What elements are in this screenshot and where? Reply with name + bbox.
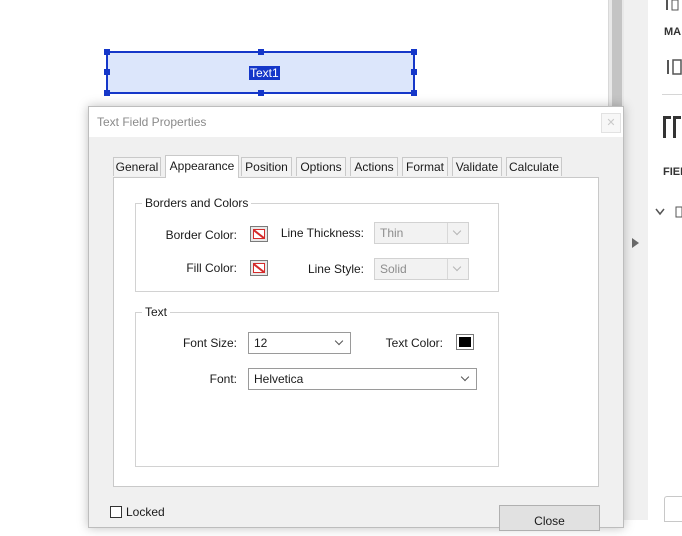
fill-color-label: Fill Color: xyxy=(186,261,237,275)
line-style-value: Solid xyxy=(380,262,407,276)
tab-options[interactable]: Options xyxy=(296,157,346,176)
font-size-select[interactable]: 12 xyxy=(248,332,351,354)
chevron-down-icon[interactable] xyxy=(654,205,682,219)
locked-checkbox[interactable] xyxy=(110,506,122,518)
font-select[interactable]: Helvetica xyxy=(248,368,477,390)
font-size-label: Font Size: xyxy=(182,336,237,350)
right-side-panel: MA FIEL xyxy=(648,0,682,522)
line-thickness-value: Thin xyxy=(380,226,404,240)
line-style-select[interactable]: Solid xyxy=(374,258,469,280)
line-style-label: Line Style: xyxy=(307,262,364,276)
fill-color-picker[interactable] xyxy=(250,260,268,276)
chevron-down-icon xyxy=(447,223,468,243)
close-button[interactable]: Close xyxy=(499,505,600,531)
panel-top-icon[interactable] xyxy=(664,0,680,12)
side-divider xyxy=(662,94,682,95)
text-color-label: Text Color: xyxy=(385,336,443,350)
text-color-swatch xyxy=(459,337,471,347)
font-label: Font: xyxy=(209,372,237,386)
field-tool-icon[interactable] xyxy=(666,56,682,78)
close-icon[interactable]: ✕ xyxy=(601,113,621,133)
border-color-label: Border Color: xyxy=(165,228,237,242)
side-section-label-ma: MA xyxy=(664,26,682,38)
field-name-label: Text1 xyxy=(249,66,280,80)
font-size-value: 12 xyxy=(254,336,268,350)
no-color-icon xyxy=(253,263,265,273)
tab-position[interactable]: Position xyxy=(241,157,292,176)
resize-handle-top[interactable] xyxy=(258,49,264,55)
chevron-down-icon xyxy=(456,369,476,389)
text-color-picker[interactable] xyxy=(456,334,474,350)
text-field-widget[interactable]: Text1 xyxy=(104,49,417,96)
group-title-borders: Borders and Colors xyxy=(142,196,252,210)
text-field-properties-dialog: Text Field Properties ✕ General Appearan… xyxy=(88,106,624,531)
resize-handle-top-left[interactable] xyxy=(104,49,110,55)
tab-general[interactable]: General xyxy=(113,157,161,176)
chevron-down-icon xyxy=(330,333,350,353)
resize-handle-right[interactable] xyxy=(411,69,417,75)
tab-calculate[interactable]: Calculate xyxy=(506,157,562,176)
locked-label[interactable]: Locked xyxy=(126,505,165,519)
tab-format[interactable]: Format xyxy=(402,157,448,176)
font-value: Helvetica xyxy=(254,372,304,386)
resize-handle-top-right[interactable] xyxy=(411,49,417,55)
border-color-picker[interactable] xyxy=(250,226,268,242)
text-tool-icon[interactable] xyxy=(662,114,682,140)
text-group: Text Font Size: 12 Text Color: Font: Hel… xyxy=(135,305,499,467)
tab-validate[interactable]: Validate xyxy=(452,157,502,176)
side-section-label-fiel: FIEL xyxy=(663,166,682,178)
resize-handle-left[interactable] xyxy=(104,69,110,75)
no-color-icon xyxy=(253,229,265,239)
appearance-tab-panel: Borders and Colors Border Color: Fill Co… xyxy=(113,177,599,487)
resize-handle-bottom[interactable] xyxy=(258,90,264,96)
tab-actions[interactable]: Actions xyxy=(350,157,398,176)
panel-collapse-strip[interactable] xyxy=(624,0,649,520)
line-thickness-select[interactable]: Thin xyxy=(374,222,469,244)
dialog-titlebar[interactable]: Text Field Properties ✕ xyxy=(89,107,623,137)
group-title-text: Text xyxy=(142,305,171,319)
resize-handle-bottom-left[interactable] xyxy=(104,90,110,96)
side-panel-button-edge[interactable] xyxy=(664,496,682,522)
resize-handle-bottom-right[interactable] xyxy=(411,90,417,96)
borders-and-colors-group: Borders and Colors Border Color: Fill Co… xyxy=(135,196,499,292)
tab-appearance[interactable]: Appearance xyxy=(165,155,239,178)
chevron-down-icon xyxy=(447,259,468,279)
dialog-title: Text Field Properties xyxy=(97,115,207,129)
chevron-right-icon[interactable] xyxy=(632,238,639,248)
line-thickness-label: Line Thickness: xyxy=(280,226,364,240)
